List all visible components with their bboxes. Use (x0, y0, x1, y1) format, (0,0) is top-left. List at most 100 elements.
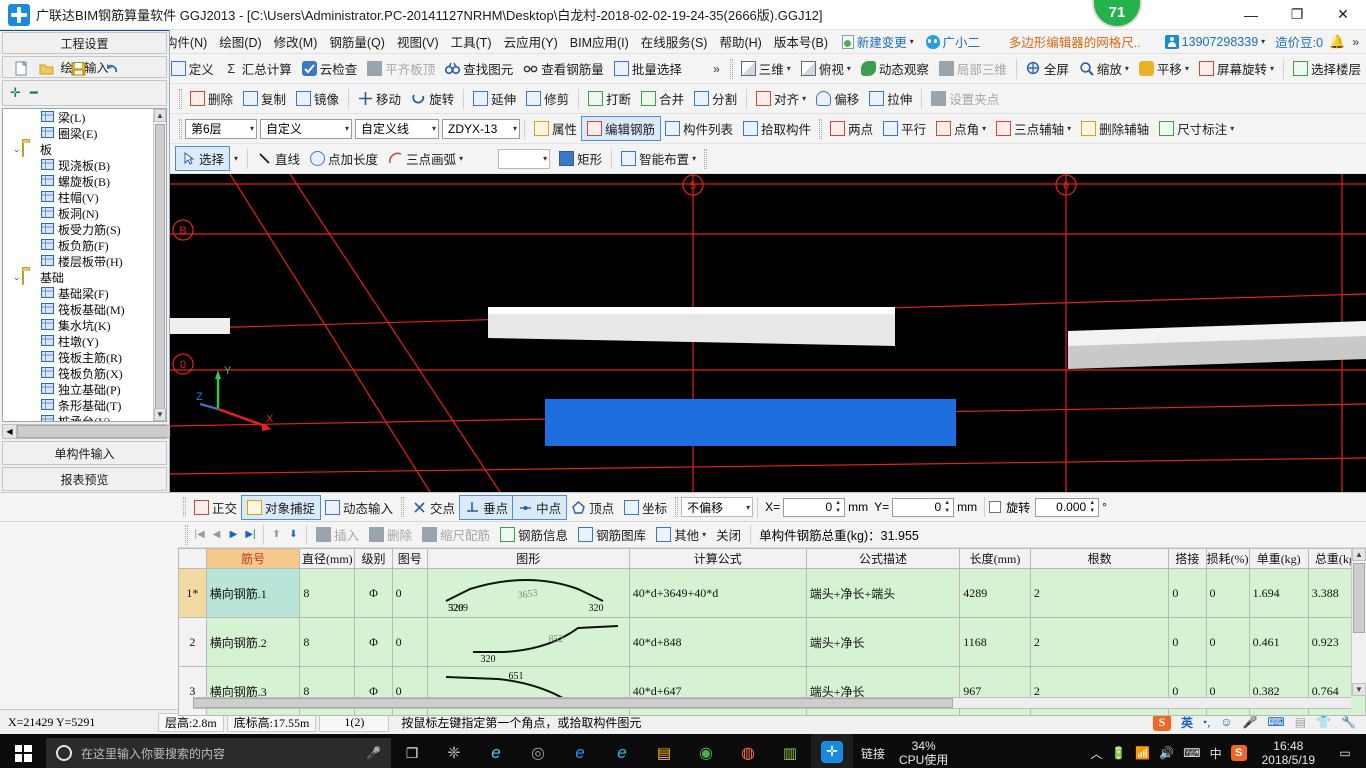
battery-icon[interactable]: 🔋 (1111, 746, 1126, 760)
cell-formula[interactable]: 40*d+848 (628, 617, 807, 667)
pan-button[interactable]: 平移 ▾ (1134, 57, 1194, 80)
top-view-button[interactable]: 俯视 ▾ (796, 57, 856, 80)
select-floor-button[interactable]: 选择楼层 (1288, 57, 1366, 80)
zoom-button[interactable]: 缩放 ▾ (1074, 57, 1134, 80)
rebar-table[interactable]: 筋号 直径(mm) 级别 图号 图形 计算公式 公式描述 长度(mm) 根数 搭接 损耗(%) 单重(… (178, 548, 1366, 716)
break-button[interactable]: 打断 (583, 87, 636, 110)
tree-item-2[interactable]: ⌄ 板 (3, 141, 153, 157)
extend-button[interactable]: 延伸 (468, 87, 521, 110)
properties-button[interactable]: 属性 (529, 117, 582, 140)
rotate-checkbox[interactable] (989, 501, 1002, 513)
perpendicular-snap[interactable]: 垂点 (459, 494, 515, 520)
rotate-spinner[interactable]: ▲ ▼ (1087, 500, 1097, 515)
table-row[interactable]: 2 横向钢筋.2 8 Φ 0 320 852 40*d+848 端头+净长 1168 2 0 0 0.46… (178, 617, 1366, 667)
cell-lap[interactable]: 0 (1168, 568, 1207, 618)
table-scroll-thumb[interactable] (1353, 563, 1365, 633)
prev-record-button[interactable]: ◀ (208, 526, 225, 543)
tree-item-12[interactable]: 筏板基础(M) (3, 301, 153, 317)
align-slab-top-button[interactable]: 平齐板顶 (362, 57, 440, 80)
menu-cloud-app[interactable]: 云应用(Y) (498, 30, 564, 53)
taskbar-app-explorer[interactable]: ▤ (643, 734, 685, 768)
tree-hscrollbar[interactable]: ◀ ▶ (2, 424, 217, 439)
x-input[interactable]: 0 ▲ ▼ (783, 497, 846, 517)
sogou-tray-icon[interactable]: S (1230, 745, 1247, 761)
col-loss[interactable]: 损耗(%) (1205, 548, 1250, 569)
row-number[interactable]: 2 (178, 617, 207, 667)
floor-select[interactable]: 第6层 ▾ (185, 118, 257, 139)
tree-item-13[interactable]: 集水坑(K) (3, 317, 153, 333)
table-hscrollbar[interactable]: ◀ ▶ (178, 696, 1366, 710)
menu-rebar-qty[interactable]: 钢筋量(Q) (323, 30, 391, 53)
col-formula-desc[interactable]: 公式描述 (805, 548, 961, 569)
menu-bim-app[interactable]: BIM应用(I) (564, 30, 635, 53)
align-button[interactable]: 对齐 ▾ (751, 87, 811, 110)
taskbar-app-note[interactable]: ▥ (769, 734, 811, 768)
menu-version[interactable]: 版本号(B) (768, 30, 834, 53)
other-button[interactable]: 其他 ▾ (651, 523, 711, 546)
cell-loss[interactable]: 0 (1205, 617, 1250, 667)
tip-link[interactable]: 多边形编辑器的网格尺.. (1003, 30, 1147, 53)
microphone-icon[interactable]: 🎤 (366, 746, 381, 760)
line-tool[interactable]: 直线 (252, 147, 305, 170)
col-diameter[interactable]: 直径(mm) (299, 548, 356, 569)
tree-item-0[interactable]: 梁(L) (3, 109, 153, 125)
fullscreen-button[interactable]: 全屏 (1021, 57, 1074, 80)
x-spinner[interactable]: ▲ ▼ (833, 500, 843, 515)
col-shape[interactable]: 图形 (426, 548, 630, 569)
menu-online-service[interactable]: 在线服务(S) (635, 30, 714, 53)
single-member-input-button[interactable]: 单构件输入 (2, 441, 167, 465)
taskbar-app-ie[interactable]: e (601, 734, 643, 768)
cell-count[interactable]: 2 (1029, 617, 1170, 667)
score-badge[interactable]: 71 (1092, 0, 1142, 28)
table-hscroll-thumb[interactable] (193, 698, 953, 708)
tree-item-7[interactable]: 板受力筋(S) (3, 221, 153, 237)
rotate-input[interactable]: 0.000 ▲ ▼ (1035, 497, 1100, 517)
object-snap-toggle[interactable]: 对象捕捉 (241, 494, 322, 520)
toolbar1b-overflow-icon[interactable]: » (706, 62, 727, 76)
vertex-snap[interactable]: 顶点 (566, 496, 619, 519)
table-scrollbar[interactable]: ▲ ▼ (1351, 548, 1366, 696)
col-length[interactable]: 长度(mm) (959, 548, 1031, 569)
cell-formula-desc[interactable]: 端头+净长 (805, 617, 961, 667)
tree-item-10[interactable]: ⌄ 基础 (3, 269, 153, 285)
cell-formula-desc[interactable]: 端头+净长+端头 (805, 568, 961, 618)
cell-figure-no[interactable]: 0 (391, 568, 428, 618)
cell-unit-weight[interactable]: 0.461 (1248, 617, 1309, 667)
close-button[interactable]: ✕ (1320, 0, 1366, 30)
cell-rebar-no[interactable]: 横向钢筋.2 (205, 617, 301, 667)
tree-item-16[interactable]: 筏板负筋(X) (3, 365, 153, 381)
start-button[interactable] (0, 734, 46, 768)
point-plus-length-tool[interactable]: 点加长度 (305, 147, 383, 170)
tree-item-15[interactable]: 筏板主筋(R) (3, 349, 153, 365)
collapse-all-icon[interactable]: ━ (30, 85, 38, 101)
smart-layout-tool[interactable]: 智能布置 ▾ (616, 147, 701, 170)
tree-item-8[interactable]: 板负筋(F) (3, 237, 153, 253)
col-unit-weight[interactable]: 单重(kg) (1248, 548, 1309, 569)
menu-tools[interactable]: 工具(T) (445, 30, 498, 53)
delete-aux-axis-button[interactable]: 删除辅轴 (1076, 117, 1154, 140)
tree-item-14[interactable]: 柱墩(Y) (3, 333, 153, 349)
tree-item-11[interactable]: 基础梁(F) (3, 285, 153, 301)
account-button[interactable]: 13907298339 ▾ (1161, 34, 1270, 50)
notification-center-icon[interactable]: ▭ (1330, 734, 1360, 768)
next-record-button[interactable]: ▶ (225, 526, 242, 543)
scroll-down-icon[interactable]: ▼ (154, 408, 166, 421)
cell-figure-no[interactable]: 0 (391, 617, 428, 667)
local-3d-button[interactable]: 局部三维 (934, 57, 1012, 80)
ime-mode-icon[interactable]: 中 (1210, 745, 1222, 762)
project-settings-button[interactable]: 工程设置 (2, 32, 167, 54)
table-scroll-down-icon[interactable]: ▼ (1352, 683, 1366, 696)
scroll-thumb[interactable] (155, 124, 165, 421)
cell-unit-weight[interactable]: 1.694 (1248, 568, 1309, 618)
row-number[interactable]: 1* (178, 568, 207, 618)
tree-expander-icon[interactable]: ⌄ (11, 272, 22, 283)
cell-lap[interactable]: 0 (1168, 617, 1207, 667)
point-angle-axis-button[interactable]: 点角 ▾ (931, 117, 991, 140)
microphone-icon[interactable]: 🎤 (1242, 715, 1257, 730)
copy-button[interactable]: 复制 (238, 87, 291, 110)
tree-item-3[interactable]: 现浇板(B) (3, 157, 153, 173)
member-select[interactable]: ZDYX-13 ▾ (442, 118, 520, 139)
cell-length[interactable]: 4289 (959, 568, 1031, 618)
cpu-meter[interactable]: 34% CPU使用 (893, 739, 954, 767)
col-lap[interactable]: 搭接 (1168, 548, 1207, 569)
